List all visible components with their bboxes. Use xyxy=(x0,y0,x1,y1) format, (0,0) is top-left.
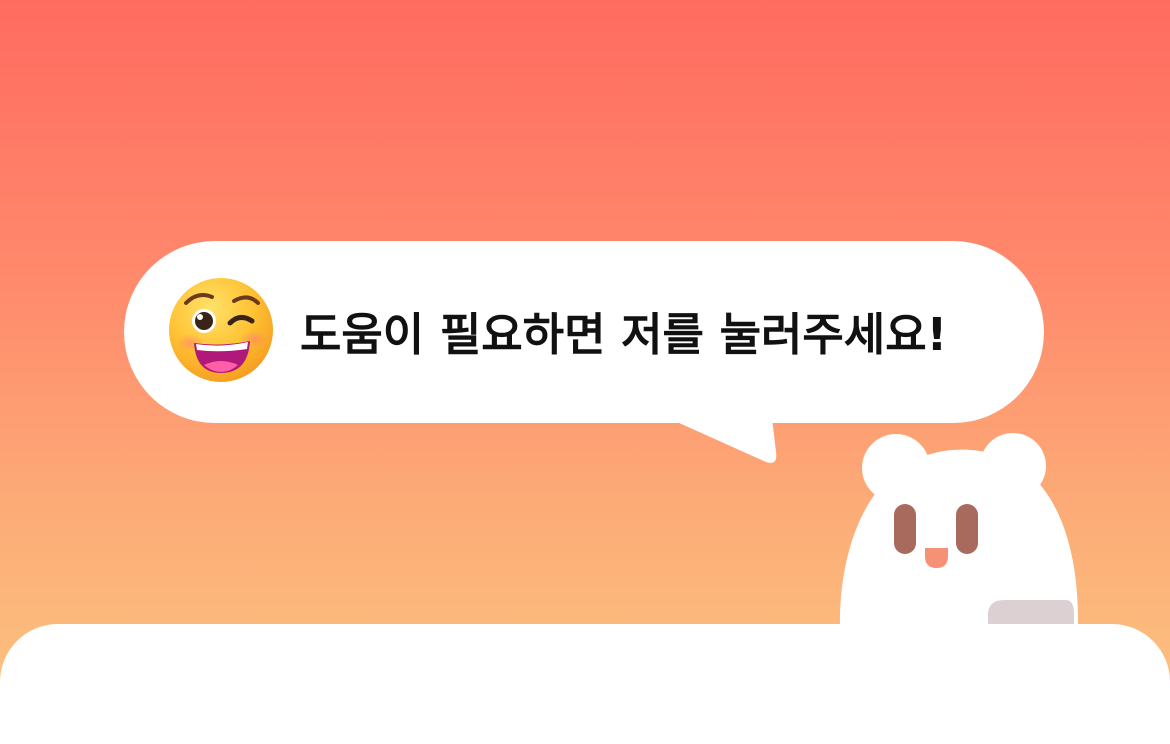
bottom-sheet xyxy=(0,624,1170,744)
white-bear-mascot-icon[interactable] xyxy=(0,0,1170,705)
